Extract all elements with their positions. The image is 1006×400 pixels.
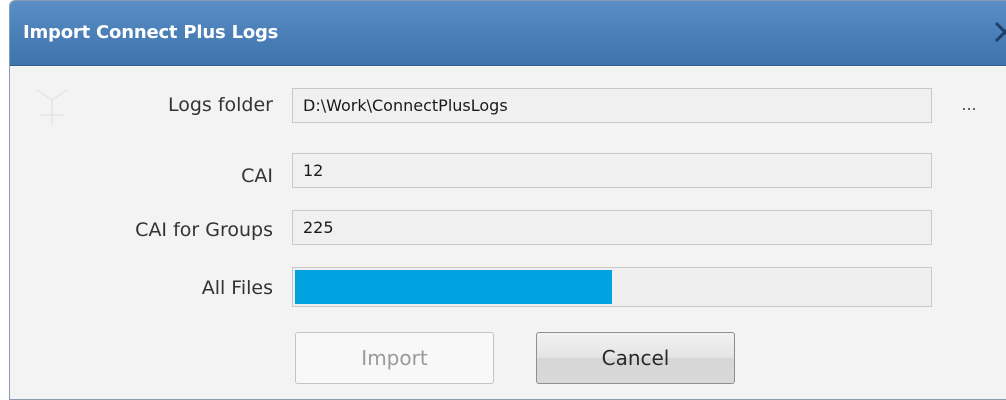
import-button[interactable]: Import xyxy=(295,332,494,384)
all-files-progress-bar xyxy=(292,267,932,307)
progress-fill xyxy=(295,270,612,304)
dialog-title: Import Connect Plus Logs xyxy=(23,22,279,43)
title-bar[interactable]: Import Connect Plus Logs xyxy=(10,1,1006,66)
logs-folder-label: Logs folder xyxy=(167,94,273,116)
all-files-label: All Files xyxy=(201,277,273,299)
cancel-button[interactable]: Cancel xyxy=(536,332,735,384)
cai-label: CAI xyxy=(241,165,273,187)
cai-groups-label: CAI for Groups xyxy=(135,219,273,241)
logs-folder-input[interactable] xyxy=(292,88,932,123)
browse-button[interactable]: ... xyxy=(954,93,984,117)
cai-input[interactable] xyxy=(292,153,932,188)
close-icon xyxy=(989,15,1006,49)
close-button[interactable] xyxy=(989,15,1006,49)
import-dialog: Import Connect Plus Logs Logs folder ...… xyxy=(9,0,1006,400)
cai-groups-input[interactable] xyxy=(292,210,932,245)
